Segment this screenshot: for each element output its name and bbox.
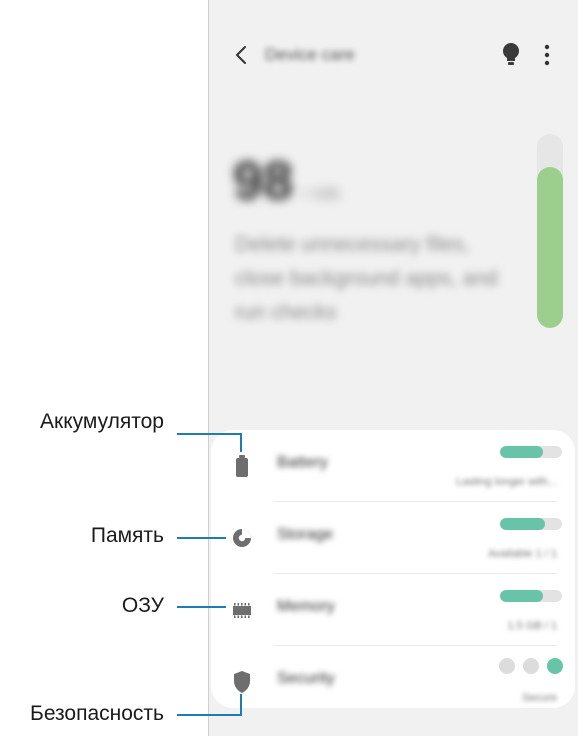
memory-chip-icon [233, 603, 251, 618]
score-level-fill [537, 166, 563, 328]
memory-label: Memory [277, 598, 335, 615]
battery-level-bar [500, 446, 562, 458]
storage-level-bar [500, 518, 562, 530]
device-care-screen: Device care 98 / 100 Delete unnecessary … [208, 0, 578, 736]
page: Аккумулятор Память ОЗУ Безопасность Devi… [0, 0, 578, 736]
score-suffix: / 100 [303, 186, 340, 203]
app-bar: Device care [209, 36, 578, 76]
list-item-battery[interactable]: Battery Lasting longer with... [211, 430, 575, 502]
list-item-memory[interactable]: Memory 1.5 GB / 1 [211, 574, 575, 646]
callout-security: Безопасность [30, 702, 164, 725]
callout-storage: Память [90, 524, 164, 547]
storage-status: Available 1 / 1 [488, 548, 557, 560]
optimization-description: Delete unnecessary files, close backgrou… [235, 233, 498, 324]
battery-level-fill [500, 446, 544, 458]
callout-memory: ОЗУ [121, 594, 164, 617]
more-vertical-icon[interactable] [543, 44, 551, 66]
shield-icon [234, 671, 250, 693]
memory-level-fill [500, 590, 544, 602]
optimization-score: 98 / 100 [233, 150, 339, 212]
chevron-left-icon[interactable] [231, 44, 253, 66]
list-item-security[interactable]: Security Secure [211, 646, 575, 718]
security-status-dots [499, 658, 565, 674]
score-level-bar [537, 134, 563, 328]
status-dot-active [547, 658, 563, 674]
battery-status: Lasting longer with... [456, 476, 557, 488]
storage-label: Storage [277, 526, 334, 543]
score-value: 98 [233, 151, 294, 211]
battery-icon [236, 455, 248, 477]
page-title: Device care [265, 45, 355, 64]
status-card: Battery Lasting longer with... Storage A… [211, 430, 575, 708]
pie-chart-icon [233, 529, 251, 547]
bottom-edge [209, 718, 578, 736]
security-status: Secure [522, 692, 557, 704]
callout-battery: Аккумулятор [40, 410, 164, 433]
memory-level-bar [500, 590, 562, 602]
lightbulb-icon[interactable] [501, 42, 521, 68]
status-dot [523, 658, 539, 674]
memory-status: 1.5 GB / 1 [507, 620, 557, 632]
status-dot [499, 658, 515, 674]
list-item-storage[interactable]: Storage Available 1 / 1 [211, 502, 575, 574]
security-label: Security [277, 670, 335, 687]
storage-level-fill [500, 518, 545, 530]
battery-label: Battery [277, 454, 328, 471]
